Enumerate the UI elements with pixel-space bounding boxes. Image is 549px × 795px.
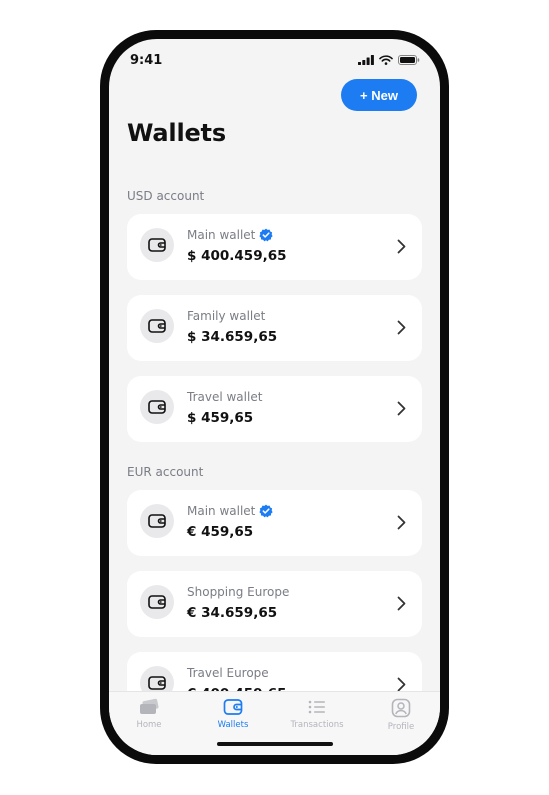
verified-badge-icon — [259, 504, 273, 518]
screen: 9:41 + New Wallets USD account Main wall… — [109, 39, 440, 755]
tab-home[interactable]: Home — [109, 698, 189, 738]
wallet-icon — [148, 514, 166, 528]
chevron-right-icon — [397, 239, 406, 254]
wallet-balance: $ 34.659,65 — [187, 329, 278, 345]
tab-profile[interactable]: Profile — [361, 698, 440, 738]
wallet-icon — [148, 400, 166, 414]
page-title: Wallets — [127, 119, 226, 147]
wallet-name-row: Main wallet — [187, 504, 273, 518]
tab-transactions[interactable]: Transactions — [277, 698, 357, 738]
section-label-eur: EUR account — [127, 465, 204, 479]
wallet-icon — [148, 238, 166, 252]
wallet-name: Shopping Europe — [187, 585, 290, 599]
wallet-icon — [223, 699, 243, 715]
tab-label: Profile — [387, 722, 415, 732]
wallet-card[interactable]: Main wallet $ 400.459,65 — [127, 214, 422, 280]
wallet-name: Main wallet — [187, 504, 256, 518]
wallet-name: Travel Europe — [187, 666, 269, 680]
wallet-balance: € 459,65 — [187, 524, 254, 540]
wallet-icon — [148, 595, 166, 609]
status-icons — [358, 55, 420, 65]
wallet-name-row: Travel wallet — [187, 390, 262, 404]
user-icon — [391, 698, 411, 718]
wallet-avatar — [140, 228, 174, 262]
tab-label: Home — [136, 720, 162, 730]
verified-badge-icon — [259, 228, 273, 242]
wallet-avatar — [140, 390, 174, 424]
wallet-name: Main wallet — [187, 228, 256, 242]
chevron-right-icon — [397, 515, 406, 530]
wallet-card[interactable]: Family wallet $ 34.659,65 — [127, 295, 422, 361]
wallet-name-row: Family wallet — [187, 309, 265, 323]
battery-icon — [398, 55, 420, 65]
wallet-name: Travel wallet — [187, 390, 263, 404]
wallet-card[interactable]: Travel wallet $ 459,65 — [127, 376, 422, 442]
home-indicator — [217, 742, 333, 746]
chevron-right-icon — [397, 596, 406, 611]
wallet-name-row: Travel Europe — [187, 666, 269, 680]
wallet-balance: € 34.659,65 — [187, 605, 278, 621]
wallet-balance: $ 459,65 — [187, 410, 254, 426]
wallet-avatar — [140, 309, 174, 343]
chevron-right-icon — [397, 677, 406, 692]
tab-label: Wallets — [217, 720, 249, 730]
wallet-name-row: Main wallet — [187, 228, 273, 242]
wallet-avatar — [140, 504, 174, 538]
wallet-card[interactable]: Main wallet € 459,65 — [127, 490, 422, 556]
new-wallet-button[interactable]: + New — [341, 79, 417, 111]
wallet-name-row: Shopping Europe — [187, 585, 289, 599]
wallet-card[interactable]: Shopping Europe € 34.659,65 — [127, 571, 422, 637]
wallet-name: Family wallet — [187, 309, 266, 323]
cards-icon — [140, 698, 159, 714]
wallet-avatar — [140, 585, 174, 619]
tab-label: Transactions — [290, 720, 344, 730]
phone-frame: 9:41 + New Wallets USD account Main wall… — [100, 30, 449, 764]
section-label-usd: USD account — [127, 189, 205, 203]
chevron-right-icon — [397, 320, 406, 335]
wallet-icon — [148, 676, 166, 690]
signal-icon — [358, 55, 374, 65]
wifi-icon — [379, 55, 393, 65]
wallet-icon — [148, 319, 166, 333]
wallet-balance: $ 400.459,65 — [187, 248, 287, 264]
tab-wallets[interactable]: Wallets — [193, 698, 273, 738]
status-bar: 9:41 — [109, 39, 440, 75]
status-time: 9:41 — [130, 53, 163, 68]
chevron-right-icon — [397, 401, 406, 416]
list-icon — [308, 700, 325, 714]
